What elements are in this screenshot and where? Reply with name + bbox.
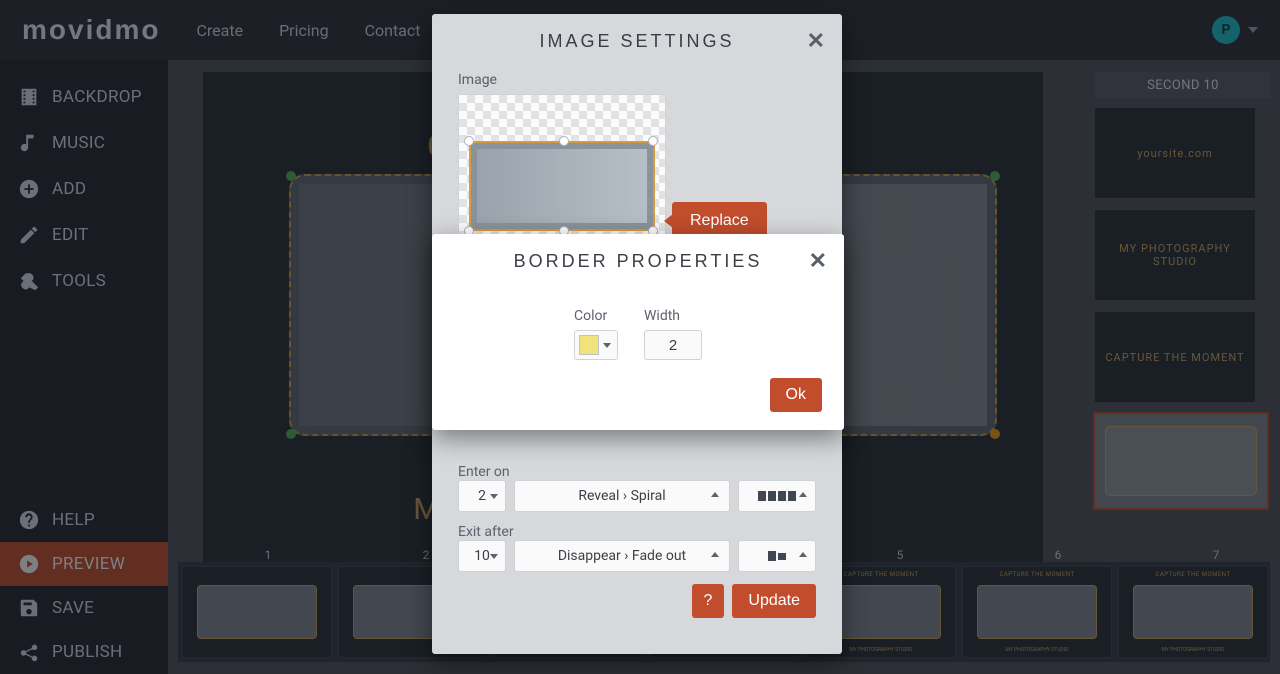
enter-on-label: Enter on <box>458 464 816 480</box>
border-properties-modal: BORDER PROPERTIES ✕ Color Width Ok <box>432 234 844 430</box>
modal-title: IMAGE SETTINGS ✕ <box>432 14 842 68</box>
close-icon[interactable]: ✕ <box>809 248 830 274</box>
enter-effect-select[interactable]: Reveal › Spiral <box>514 480 730 512</box>
border-color-label: Color <box>574 308 607 324</box>
image-label: Image <box>458 72 816 88</box>
crop-handle-icon[interactable] <box>559 136 569 146</box>
exit-after-label: Exit after <box>458 524 816 540</box>
exit-after-second-select[interactable]: 10 <box>458 540 506 572</box>
border-width-input[interactable] <box>644 330 702 360</box>
crop-handle-icon[interactable] <box>464 136 474 146</box>
border-width-label: Width <box>644 308 680 324</box>
enter-speed-select[interactable] <box>738 480 816 512</box>
modal-title: BORDER PROPERTIES ✕ <box>432 234 844 288</box>
ok-button[interactable]: Ok <box>770 378 822 412</box>
update-button[interactable]: Update <box>732 584 816 618</box>
image-crop-region[interactable] <box>469 141 655 231</box>
close-icon[interactable]: ✕ <box>807 28 828 54</box>
exit-speed-select[interactable] <box>738 540 816 572</box>
crop-handle-icon[interactable] <box>648 136 658 146</box>
border-color-select[interactable] <box>574 330 618 360</box>
exit-effect-select[interactable]: Disappear › Fade out <box>514 540 730 572</box>
enter-on-second-select[interactable]: 2 <box>458 480 506 512</box>
color-swatch-icon <box>579 335 599 355</box>
help-button[interactable]: ? <box>692 584 725 618</box>
